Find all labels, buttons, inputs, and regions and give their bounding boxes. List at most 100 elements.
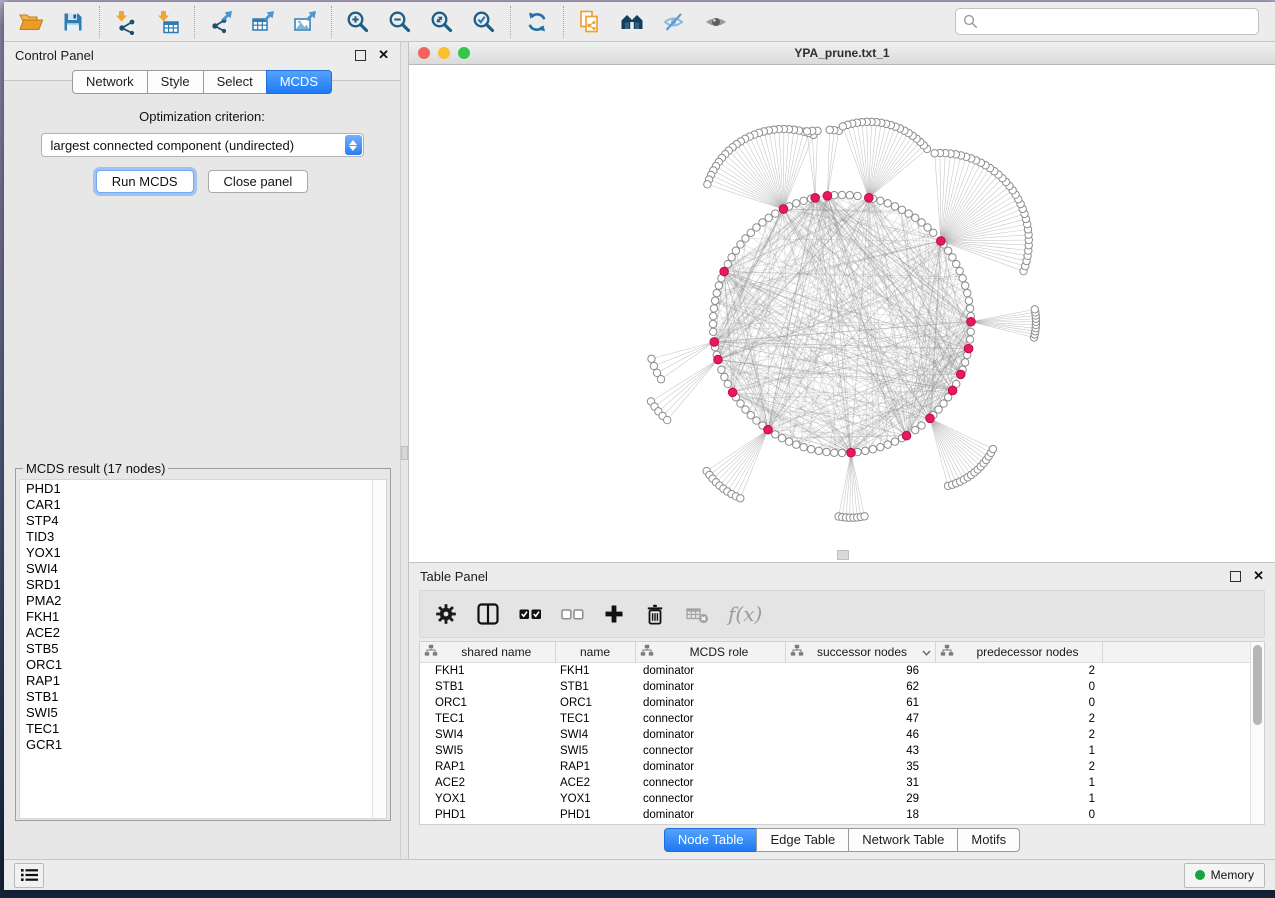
tab-style[interactable]: Style (147, 70, 204, 94)
list-item[interactable]: FKH1 (26, 609, 372, 625)
tab-network[interactable]: Network (72, 70, 148, 94)
tree-icon (640, 644, 658, 660)
tab-mcds[interactable]: MCDS (266, 70, 332, 94)
column-header-shared-name[interactable]: shared name (420, 642, 555, 663)
table-panel-title: Table Panel (420, 569, 488, 584)
duplicate-network-icon[interactable] (569, 5, 611, 39)
splitter-grip[interactable] (401, 446, 408, 460)
import-network-icon[interactable] (105, 5, 147, 39)
vertical-splitter[interactable] (400, 42, 409, 859)
tab-node-table[interactable]: Node Table (664, 828, 758, 852)
list-item[interactable]: RAP1 (26, 673, 372, 689)
network-canvas[interactable] (409, 65, 1275, 562)
column-header-MCDS-role[interactable]: MCDS role (635, 642, 785, 663)
list-item[interactable]: ACE2 (26, 625, 372, 641)
table-tabs: Node TableEdge TableNetwork TableMotifs (409, 825, 1275, 859)
mcds-result-title: MCDS result (17 nodes) (23, 461, 168, 476)
open-folder-icon[interactable] (10, 5, 52, 39)
zoom-fit-icon[interactable] (421, 5, 463, 39)
function-builder-fx: f(x) (728, 602, 762, 626)
list-item[interactable]: GCR1 (26, 737, 372, 753)
list-icon (20, 867, 39, 883)
column-header-name[interactable]: name (555, 642, 635, 663)
search-box (955, 8, 1259, 35)
table-row[interactable]: PHD1PHD1dominator180 (420, 807, 1251, 823)
binoculars-icon[interactable] (611, 5, 653, 39)
column-header-predecessor-nodes[interactable]: predecessor nodes (935, 642, 1102, 663)
column-header-successor-nodes[interactable]: successor nodes (785, 642, 935, 663)
optimization-criterion-value: largest connected component (undirected) (51, 138, 295, 153)
delete-column-trash-icon[interactable] (644, 603, 666, 626)
tab-network-table[interactable]: Network Table (848, 828, 958, 852)
unselect-all-columns-icon[interactable] (561, 603, 584, 625)
export-table-icon[interactable] (242, 5, 284, 39)
network-window-title: YPA_prune.txt_1 (409, 46, 1275, 60)
table-scrollbar[interactable] (1250, 642, 1264, 824)
search-input[interactable] (983, 13, 1251, 30)
task-history-button[interactable] (14, 863, 44, 888)
list-item[interactable]: TID3 (26, 529, 372, 545)
list-item[interactable]: PHD1 (26, 481, 372, 497)
float-table-panel-icon[interactable] (1230, 571, 1241, 582)
close-panel-icon[interactable]: ✕ (378, 50, 389, 60)
zoom-out-icon[interactable] (379, 5, 421, 39)
show-eye-icon[interactable] (695, 5, 737, 39)
table-row[interactable]: STB1STB1dominator620 (420, 679, 1251, 695)
control-panel-tabs: NetworkStyleSelectMCDS (4, 68, 400, 94)
memory-button[interactable]: Memory (1184, 863, 1265, 888)
export-network-icon[interactable] (200, 5, 242, 39)
list-item[interactable]: TEC1 (26, 721, 372, 737)
export-image-icon[interactable] (284, 5, 326, 39)
run-mcds-button[interactable]: Run MCDS (96, 170, 194, 193)
list-item[interactable]: SRD1 (26, 577, 372, 593)
list-item[interactable]: ORC1 (26, 657, 372, 673)
tree-icon (940, 644, 958, 660)
close-panel-button[interactable]: Close panel (208, 170, 309, 193)
close-table-panel-icon[interactable]: ✕ (1253, 571, 1264, 581)
tab-edge-table[interactable]: Edge Table (756, 828, 849, 852)
control-panel: Control Panel ✕ NetworkStyleSelectMCDS O… (4, 42, 400, 859)
sort-chevron-icon (917, 645, 931, 659)
import-table-icon[interactable] (147, 5, 189, 39)
create-column-plus-icon[interactable] (603, 603, 625, 625)
list-item[interactable]: STB1 (26, 689, 372, 705)
delete-table-icon[interactable] (685, 603, 709, 625)
horizontal-splitter-grip[interactable] (837, 550, 849, 560)
float-panel-icon[interactable] (355, 50, 366, 61)
table-row[interactable]: SWI4SWI4dominator462 (420, 727, 1251, 743)
memory-label: Memory (1211, 868, 1254, 882)
list-item[interactable]: CAR1 (26, 497, 372, 513)
list-item[interactable]: YOX1 (26, 545, 372, 561)
show-column-panel-icon[interactable] (476, 602, 500, 626)
refresh-icon[interactable] (516, 5, 558, 39)
table-header-row: shared namenameMCDS rolesuccessor nodesp… (420, 642, 1251, 663)
hide-annotations-eye-icon[interactable] (653, 5, 695, 39)
list-item[interactable]: STB5 (26, 641, 372, 657)
table-row[interactable]: ORC1ORC1dominator610 (420, 695, 1251, 711)
tab-select[interactable]: Select (203, 70, 267, 94)
mcds-result-scrollbar[interactable] (372, 480, 386, 818)
list-item[interactable]: SWI5 (26, 705, 372, 721)
control-panel-title: Control Panel (15, 48, 94, 63)
list-item[interactable]: PMA2 (26, 593, 372, 609)
tab-motifs[interactable]: Motifs (957, 828, 1020, 852)
zoom-in-icon[interactable] (337, 5, 379, 39)
list-item[interactable]: STP4 (26, 513, 372, 529)
list-item[interactable]: SWI4 (26, 561, 372, 577)
toolbar-separator (563, 6, 564, 38)
status-bar: Memory (4, 859, 1275, 890)
table-scrollbar-thumb[interactable] (1253, 645, 1262, 725)
mcds-panel-body: Optimization criterion: largest connecte… (4, 80, 400, 859)
table-row[interactable]: SWI5SWI5connector431 (420, 743, 1251, 759)
table-settings-gear-icon[interactable] (435, 603, 457, 625)
select-all-columns-icon[interactable] (519, 603, 542, 625)
table-row[interactable]: ACE2ACE2connector311 (420, 775, 1251, 791)
table-row[interactable]: YOX1YOX1connector291 (420, 791, 1251, 807)
table-row[interactable]: FKH1FKH1dominator962 (420, 663, 1251, 680)
zoom-selected-icon[interactable] (463, 5, 505, 39)
table-row[interactable]: RAP1RAP1dominator352 (420, 759, 1251, 775)
save-icon[interactable] (52, 5, 94, 39)
table-row[interactable]: TEC1TEC1connector472 (420, 711, 1251, 727)
optimization-criterion-select[interactable]: largest connected component (undirected) (41, 133, 364, 157)
table-body: FKH1FKH1dominator962STB1STB1dominator620… (420, 663, 1251, 824)
